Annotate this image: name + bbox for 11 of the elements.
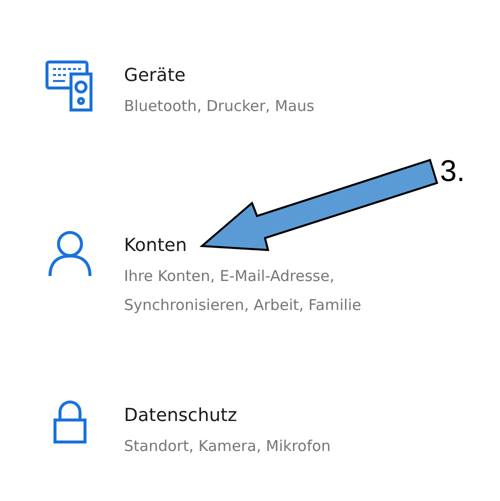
settings-title[interactable]: Geräte: [124, 64, 314, 88]
settings-description: Ihre Konten, E-Mail-Adresse,: [124, 266, 336, 287]
settings-title[interactable]: Datenschutz: [124, 404, 331, 428]
person-icon: [48, 230, 92, 278]
settings-description: Standort, Kamera, Mikrofon: [124, 436, 331, 457]
lock-icon: [53, 400, 87, 444]
step-label: 3.: [440, 154, 466, 190]
keyboard-speaker-icon: [45, 60, 95, 112]
settings-description: Bluetooth, Drucker, Maus: [124, 96, 314, 117]
settings-title[interactable]: Konten: [124, 234, 362, 258]
settings-description: Synchronisieren, Arbeit, Familie: [124, 295, 362, 316]
